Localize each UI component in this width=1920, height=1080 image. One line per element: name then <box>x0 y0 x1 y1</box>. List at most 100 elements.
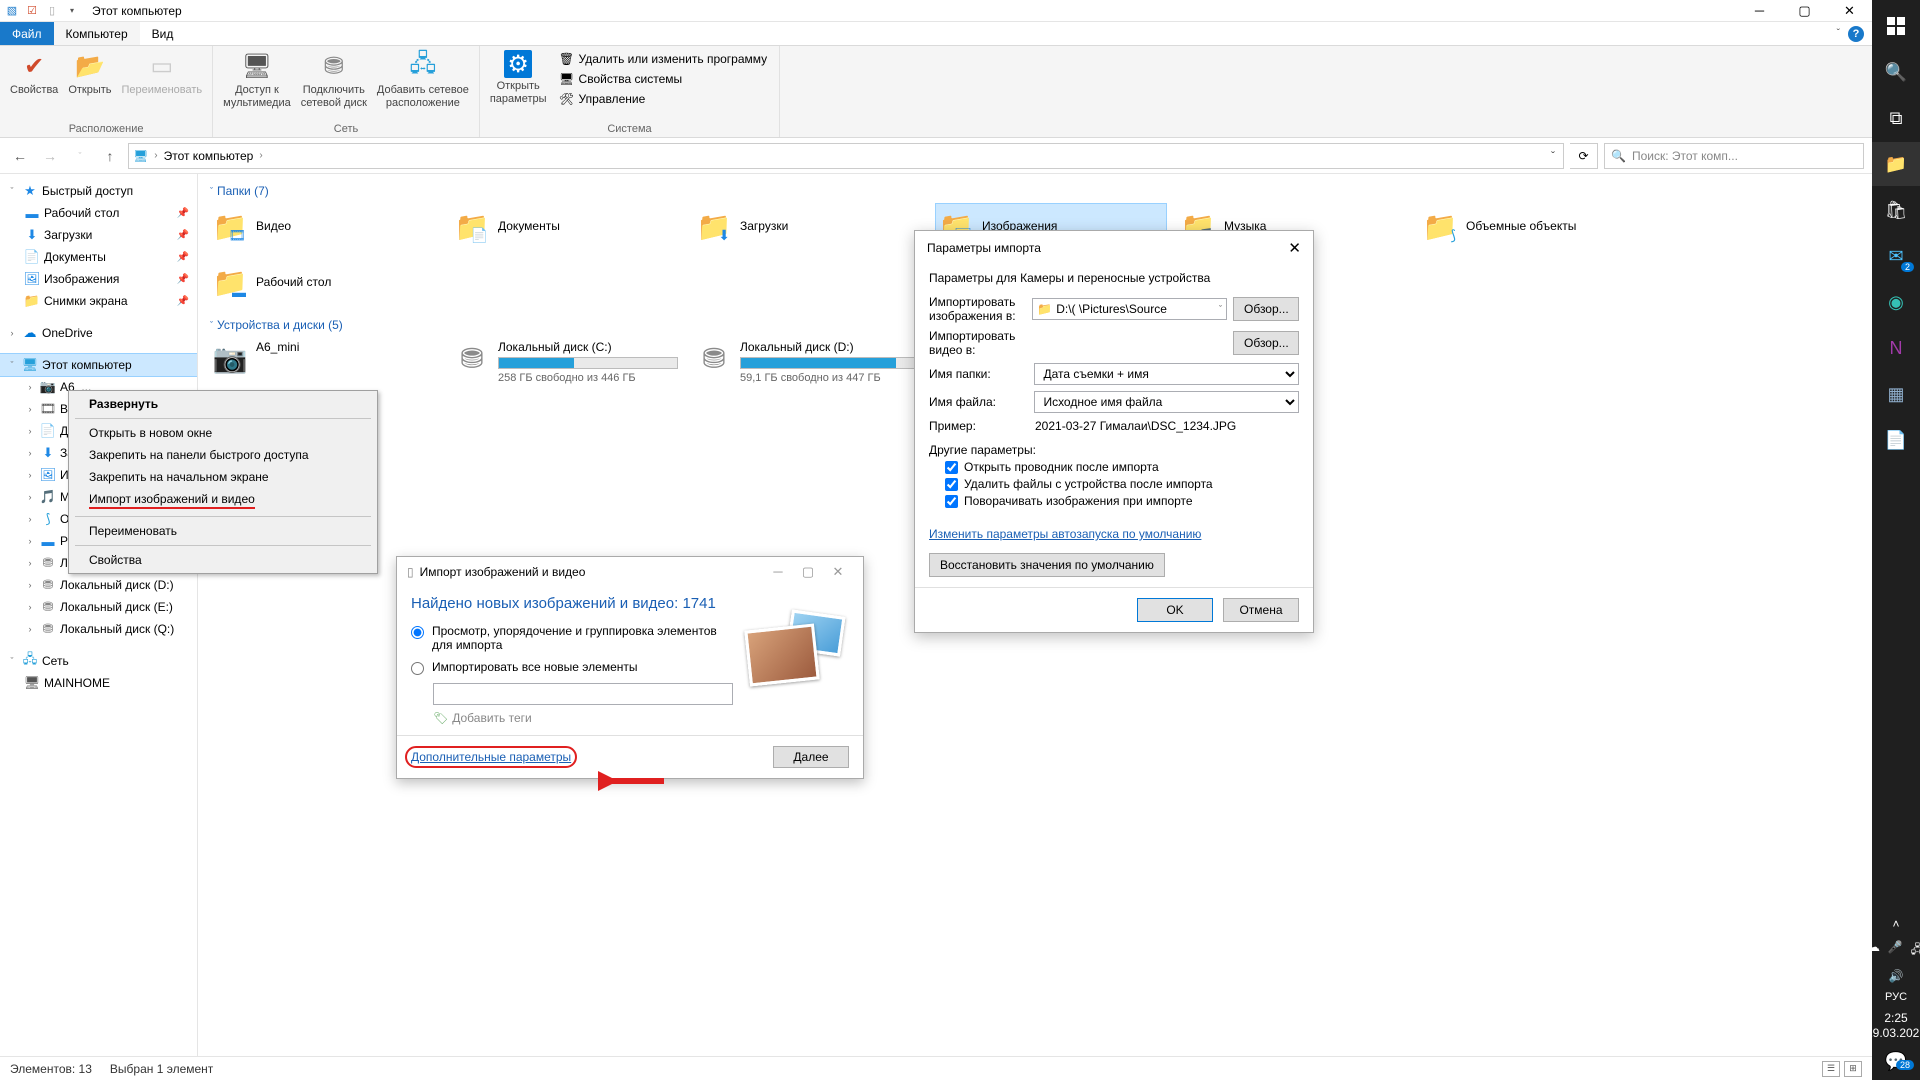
ctx-pin-quick[interactable]: Закрепить на панели быстрого доступа <box>71 444 375 466</box>
tree-documents[interactable]: 📄Документы📌 <box>0 246 197 268</box>
minimize-button[interactable]: ─ <box>763 564 793 580</box>
breadcrumb-root[interactable]: Этот компьютер <box>164 149 254 163</box>
taskbar-store[interactable]: 🛍 <box>1872 188 1920 232</box>
ribbon-uninstall-item[interactable]: 🗑Удалить или изменить программу <box>557 50 770 68</box>
taskbar-search[interactable]: 🔍 <box>1872 50 1920 94</box>
tray-language[interactable]: РУС <box>1885 987 1907 1007</box>
ribbon-properties-button[interactable]: ✔ Свойства <box>6 48 62 99</box>
folder-video[interactable]: 📁🎞Видео <box>210 204 440 248</box>
folders-header[interactable]: ˇПапки (7) <box>210 184 1860 198</box>
tab-file[interactable]: Файл <box>0 22 54 45</box>
tree-quick-access[interactable]: ˇ★Быстрый доступ <box>0 180 197 202</box>
address-bar[interactable]: 🖥 › Этот компьютер › ˇ <box>128 143 1564 169</box>
chk-open-explorer[interactable]: Открыть проводник после импорта <box>945 460 1299 474</box>
chk-rotate[interactable]: Поворачивать изображения при импорте <box>945 494 1299 508</box>
ctx-expand[interactable]: Развернуть <box>71 393 375 415</box>
folder-downloads[interactable]: 📁⬇Загрузки <box>694 204 924 248</box>
ctx-open-new-window[interactable]: Открыть в новом окне <box>71 422 375 444</box>
tree-desktop[interactable]: ▬Рабочий стол📌 <box>0 202 197 224</box>
ribbon-manage-item[interactable]: 🛠Управление <box>557 90 770 108</box>
view-details-icon[interactable]: ☰ <box>1822 1061 1840 1077</box>
folder-name-select[interactable]: Дата съемки + имя <box>1034 363 1299 385</box>
ribbon-media-button[interactable]: 🖥 Доступ к мультимедиа <box>219 48 295 111</box>
ctx-pin-start[interactable]: Закрепить на начальном экране <box>71 466 375 488</box>
qat-properties-icon[interactable]: ☑ <box>24 3 40 19</box>
ctx-properties[interactable]: Свойства <box>71 549 375 571</box>
tray-action-center[interactable]: 💬28 <box>1872 1046 1920 1076</box>
ribbon-sysprops-item[interactable]: 🖥Свойства системы <box>557 70 770 88</box>
browse-images-button[interactable]: Обзор... <box>1233 297 1299 321</box>
folder-desktop[interactable]: 📁▬Рабочий стол <box>210 260 440 304</box>
tray-clock[interactable]: 2:2529.03.2021 <box>1866 1007 1920 1046</box>
taskbar-app[interactable]: ▦ <box>1872 372 1920 416</box>
tray-expand[interactable]: ˄ <box>1872 912 1920 936</box>
drive-d[interactable]: ⛃ Локальный диск (D:) 59,1 ГБ свободно и… <box>694 338 924 386</box>
tree-pictures[interactable]: 🖼Изображения📌 <box>0 268 197 290</box>
chk-delete-after[interactable]: Удалить файлы с устройства после импорта <box>945 477 1299 491</box>
autoplay-settings-link[interactable]: Изменить параметры автозапуска по умолча… <box>929 527 1201 541</box>
close-button[interactable]: ✕ <box>823 564 853 580</box>
import-images-path[interactable]: 📁D:\( \Pictures\Sourceˇ <box>1032 298 1227 320</box>
tree-drive-d[interactable]: ›⛃Локальный диск (D:) <box>0 574 197 596</box>
tab-view[interactable]: Вид <box>140 22 186 45</box>
tree-drive-q[interactable]: ›⛃Локальный диск (Q:) <box>0 618 197 640</box>
start-button[interactable] <box>1872 4 1920 48</box>
ribbon-map-drive-button[interactable]: ⛃ Подключить сетевой диск <box>297 48 371 111</box>
taskbar-taskview[interactable]: ⧉ <box>1872 96 1920 140</box>
tray-volume-icon[interactable]: 🔊 <box>1889 969 1904 983</box>
taskbar-onenote[interactable]: N <box>1872 326 1920 370</box>
taskbar-mail[interactable]: ✉2 <box>1872 234 1920 278</box>
tab-computer[interactable]: Компьютер <box>54 22 140 45</box>
maximize-button[interactable]: ▢ <box>1782 0 1827 22</box>
view-large-icon[interactable]: ⊞ <box>1844 1061 1862 1077</box>
tray-net-icon[interactable]: 🖧 <box>1911 940 1920 961</box>
tree-network[interactable]: ˇ🖧Сеть <box>0 650 197 672</box>
qat-newfolder-icon[interactable]: ▯ <box>44 3 60 19</box>
address-dropdown-icon[interactable]: ˇ <box>1547 149 1559 163</box>
ok-button[interactable]: OK <box>1137 598 1213 622</box>
import-next-button[interactable]: Далее <box>773 746 849 768</box>
close-button[interactable]: ✕ <box>1288 239 1301 257</box>
tray-onedrive-icon[interactable]: ☁ <box>1868 940 1880 961</box>
tree-screenshots[interactable]: 📁Снимки экрана📌 <box>0 290 197 312</box>
nav-forward-button[interactable]: → <box>38 144 62 168</box>
ribbon-rename-button[interactable]: ▭ Переименовать <box>118 48 207 99</box>
browse-video-button[interactable]: Обзор... <box>1233 331 1299 355</box>
taskbar-edge[interactable]: ◉ <box>1872 280 1920 324</box>
help-icon[interactable]: ? <box>1848 26 1864 42</box>
ribbon-settings-button[interactable]: ⚙ Открыть параметры <box>486 48 551 107</box>
restore-defaults-button[interactable]: Восстановить значения по умолчанию <box>929 553 1165 577</box>
nav-up-button[interactable]: ↑ <box>98 144 122 168</box>
maximize-button[interactable]: ▢ <box>793 564 823 580</box>
import-more-options-link[interactable]: Дополнительные параметры <box>411 750 571 764</box>
tree-onedrive[interactable]: ›☁OneDrive <box>0 322 197 344</box>
tree-mainhome[interactable]: 🖥MAINHOME <box>0 672 197 694</box>
taskbar-notepad[interactable]: 📄 <box>1872 418 1920 462</box>
close-button[interactable]: ✕ <box>1827 0 1872 22</box>
taskbar-explorer[interactable]: 📁 <box>1872 142 1920 186</box>
cancel-button[interactable]: Отмена <box>1223 598 1299 622</box>
folder-3dobjects[interactable]: 📁⟆Объемные объекты <box>1420 204 1650 248</box>
minimize-button[interactable]: ─ <box>1737 0 1782 22</box>
folder-documents[interactable]: 📁📄Документы <box>452 204 682 248</box>
add-tags-hint[interactable]: 🏷Добавить теги <box>433 711 849 725</box>
ribbon-open-button[interactable]: 📂 Открыть <box>64 48 115 99</box>
search-input[interactable]: 🔍 Поиск: Этот комп... <box>1604 143 1864 169</box>
tree-drive-e[interactable]: ›⛃Локальный диск (E:) <box>0 596 197 618</box>
ctx-import[interactable]: Импорт изображений и видео <box>71 488 375 513</box>
import-dialog-title-bar[interactable]: ▯ Импорт изображений и видео ─ ▢ ✕ <box>397 557 863 587</box>
qat-dropdown-icon[interactable]: ▾ <box>64 3 80 19</box>
radio-review[interactable] <box>411 626 424 639</box>
ctx-rename[interactable]: Переименовать <box>71 520 375 542</box>
tags-input[interactable] <box>433 683 733 705</box>
ribbon-add-location-button[interactable]: 🖧 Добавить сетевое расположение <box>373 48 473 111</box>
file-name-select[interactable]: Исходное имя файла <box>1034 391 1299 413</box>
drive-a6[interactable]: 📷 A6_mini <box>210 338 440 386</box>
tray-mic-icon[interactable]: 🎤 <box>1888 940 1903 961</box>
nav-history-dropdown[interactable]: ˇ <box>68 144 92 168</box>
tree-this-pc[interactable]: ˇ🖥Этот компьютер <box>0 354 197 376</box>
tree-downloads[interactable]: ⬇Загрузки📌 <box>0 224 197 246</box>
nav-back-button[interactable]: ← <box>8 144 32 168</box>
refresh-button[interactable]: ⟳ <box>1570 143 1598 169</box>
radio-all[interactable] <box>411 662 424 675</box>
